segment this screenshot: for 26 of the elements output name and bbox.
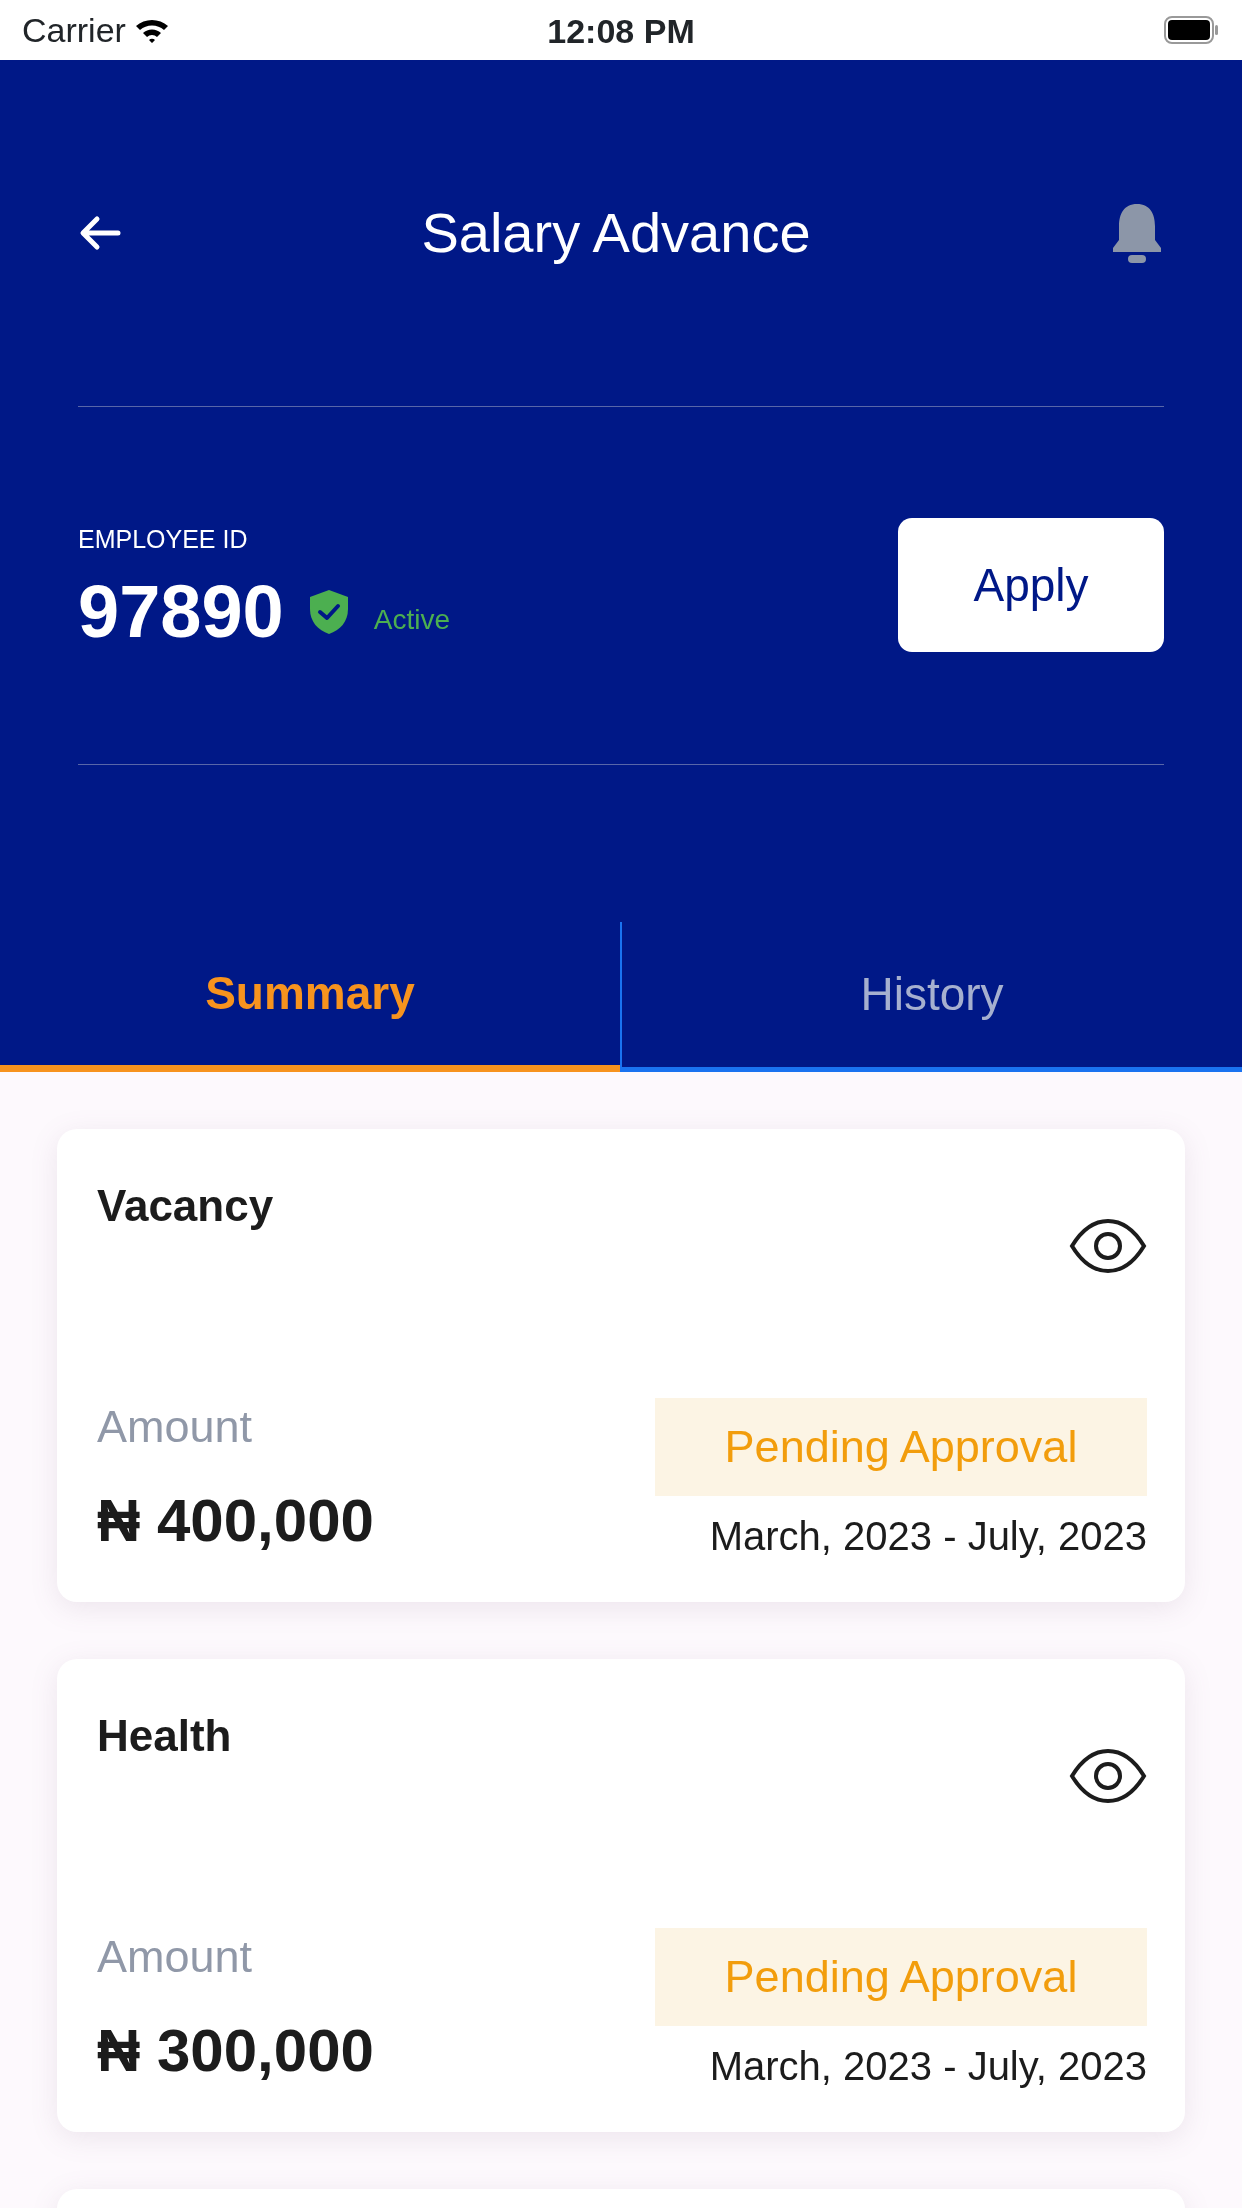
time-label: 12:08 PM	[547, 12, 695, 50]
card-title: Health	[97, 1710, 232, 1762]
employee-id: 97890	[78, 574, 284, 649]
eye-icon[interactable]	[1069, 1218, 1147, 1274]
amount-value: ₦ 400,000	[97, 1486, 374, 1556]
carrier-label: Carrier	[22, 9, 126, 51]
bell-icon[interactable]	[1110, 202, 1164, 264]
status-badge: Pending Approval	[655, 1928, 1147, 2026]
apply-button[interactable]: Apply	[898, 518, 1164, 652]
request-card[interactable]: Health Amount ₦ 300,000 Pending Approval March, 2023 - July, 2023	[57, 1659, 1185, 2132]
amount-value: ₦ 300,000	[97, 2016, 374, 2086]
date-range: March, 2023 - July, 2023	[709, 2043, 1147, 2090]
tab[interactable]: Summary	[0, 922, 620, 1072]
status-label: Active	[373, 602, 451, 637]
tab[interactable]: History	[622, 922, 1242, 1072]
amount-label: Amount	[97, 1929, 254, 1984]
page-title: Salary Advance	[421, 200, 811, 266]
status-badge: Pending Approval	[655, 1398, 1147, 1496]
amount-label: Amount	[97, 1399, 254, 1454]
card-title: Vacancy	[97, 1180, 274, 1232]
employee-id-label: EMPLOYEE ID	[78, 524, 249, 556]
date-range: March, 2023 - July, 2023	[709, 1513, 1147, 1560]
battery-icon	[1164, 16, 1220, 44]
back-arrow-icon[interactable]	[78, 215, 122, 251]
request-card[interactable]: Vacancy Amount ₦ 400,000 Pending Approval March, 2023 - July, 2023	[57, 1129, 1185, 1602]
eye-icon[interactable]	[1069, 1748, 1147, 1804]
